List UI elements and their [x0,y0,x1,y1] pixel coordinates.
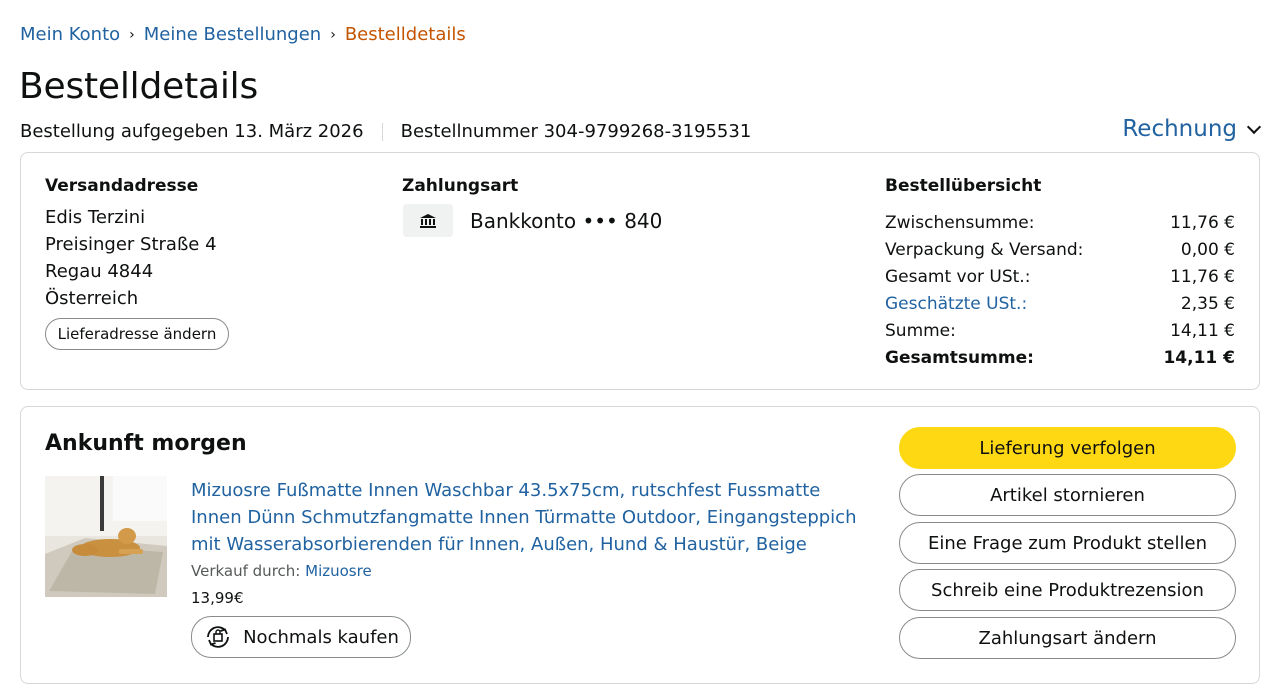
summary-row: Zwischensumme: 11,76 € [885,213,1235,233]
summary-value: 0,00 € [1180,240,1235,260]
breadcrumb: Mein Konto › Meine Bestellungen › Bestel… [20,24,466,45]
order-meta: Bestellung aufgegeben 13. März 2026 Best… [20,121,751,142]
buy-again-button[interactable]: Nochmals kaufen [191,616,411,658]
summary-row: Verpackung & Versand: 0,00 € [885,240,1235,260]
meta-divider [381,122,383,141]
product-title-link[interactable]: Mizuosre Fußmatte Innen Waschbar 43.5x75… [191,477,871,558]
order-number: Bestellnummer 304-9799268-3195531 [400,121,752,142]
order-date: Bestellung aufgegeben 13. März 2026 [20,121,364,142]
summary-row: Geschätzte USt.: 2,35 € [885,294,1235,314]
invoice-dropdown[interactable]: Rechnung [1122,116,1262,142]
delivery-status: Ankunft morgen [45,431,247,456]
buy-again-icon [203,622,233,652]
payment-method: Bankkonto ••• 840 [470,209,663,233]
shipment-card: Ankunft morgen Mizuosre Fußmatte Innen W… [20,406,1260,684]
summary-label: Gesamt vor USt.: [885,267,1031,287]
shipping-address-title: Versandadresse [45,176,199,196]
buy-again-label: Nochmals kaufen [243,626,399,648]
estimated-vat-link[interactable]: Geschätzte USt.: [885,294,1027,314]
page-title: Bestelldetails [19,66,259,107]
chevron-down-icon [1246,119,1262,135]
seller-link[interactable]: Mizuosre [305,562,372,580]
summary-value: 14,11 € [1163,348,1235,368]
breadcrumb-my-orders[interactable]: Meine Bestellungen [144,24,321,45]
summary-total-row: Gesamtsumme: 14,11 € [885,348,1235,368]
address-street: Preisinger Straße 4 [45,234,217,255]
track-package-button[interactable]: Lieferung verfolgen [899,427,1236,469]
breadcrumb-current: Bestelldetails [344,24,466,45]
write-review-button[interactable]: Schreib eine Produktrezension [899,569,1236,611]
summary-value: 11,76 € [1170,213,1235,233]
seller-info: Verkauf durch: Mizuosre [191,562,372,580]
summary-label: Zwischensumme: [885,213,1035,233]
summary-label: Gesamtsumme: [885,348,1034,368]
breadcrumb-separator: › [129,26,135,43]
summary-row: Gesamt vor USt.: 11,76 € [885,267,1235,287]
change-address-button[interactable]: Lieferadresse ändern [45,318,229,350]
order-summary-title: Bestellübersicht [885,176,1042,196]
address-city: Regau 4844 [45,261,154,282]
bank-icon [403,204,453,237]
summary-label: Summe: [885,321,956,341]
summary-value: 11,76 € [1170,267,1235,287]
ask-product-question-button[interactable]: Eine Frage zum Produkt stellen [899,522,1236,564]
order-summary-card: Versandadresse Edis Terzini Preisinger S… [20,152,1260,390]
seller-label: Verkauf durch: [191,562,301,580]
address-name: Edis Terzini [45,207,146,228]
summary-value: 2,35 € [1180,294,1235,314]
product-image[interactable] [45,476,167,597]
summary-value: 14,11 € [1170,321,1235,341]
breadcrumb-separator: › [330,26,336,43]
breadcrumb-my-account[interactable]: Mein Konto [20,24,120,45]
product-price: 13,99€ [191,589,244,607]
cancel-item-button[interactable]: Artikel stornieren [899,474,1236,516]
summary-label: Verpackung & Versand: [885,240,1084,260]
change-payment-button[interactable]: Zahlungsart ändern [899,617,1236,659]
summary-row: Summe: 14,11 € [885,321,1235,341]
invoice-label: Rechnung [1122,116,1237,142]
payment-title: Zahlungsart [402,176,519,196]
address-country: Österreich [45,288,139,309]
